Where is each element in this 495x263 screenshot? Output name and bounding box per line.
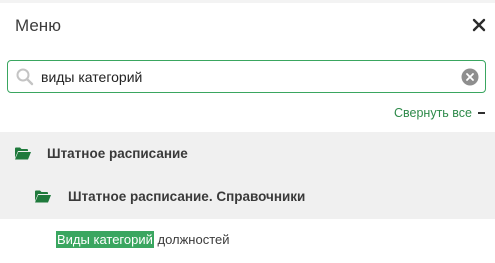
search-input[interactable] bbox=[41, 63, 451, 90]
collapse-all-button[interactable]: Свернуть все bbox=[394, 104, 485, 122]
tree-item-label: Штатное расписание. Справочники bbox=[68, 189, 306, 204]
minus-icon bbox=[478, 112, 485, 114]
leaf-label-rest: должностей bbox=[153, 232, 230, 247]
collapse-all-label: Свернуть все bbox=[394, 106, 472, 120]
search-match-highlight: Виды категорий bbox=[56, 231, 154, 248]
menu-title: Меню bbox=[15, 16, 61, 35]
tree-item-staff-schedule-references[interactable]: Штатное расписание. Справочники bbox=[0, 175, 495, 219]
close-button[interactable] bbox=[469, 15, 489, 35]
clear-search-icon[interactable] bbox=[461, 68, 479, 86]
close-icon bbox=[472, 18, 486, 32]
search-icon bbox=[16, 68, 34, 86]
tree-item-staff-schedule[interactable]: Штатное расписание bbox=[0, 132, 495, 176]
folder-open-icon bbox=[15, 147, 31, 160]
tree-item-label: Штатное расписание bbox=[47, 146, 188, 161]
tree-leaf-position-category-types[interactable]: Виды категорий должностей bbox=[56, 231, 230, 252]
search-field[interactable] bbox=[7, 60, 486, 93]
folder-open-icon bbox=[35, 190, 51, 203]
menu-header: Меню bbox=[0, 3, 495, 49]
